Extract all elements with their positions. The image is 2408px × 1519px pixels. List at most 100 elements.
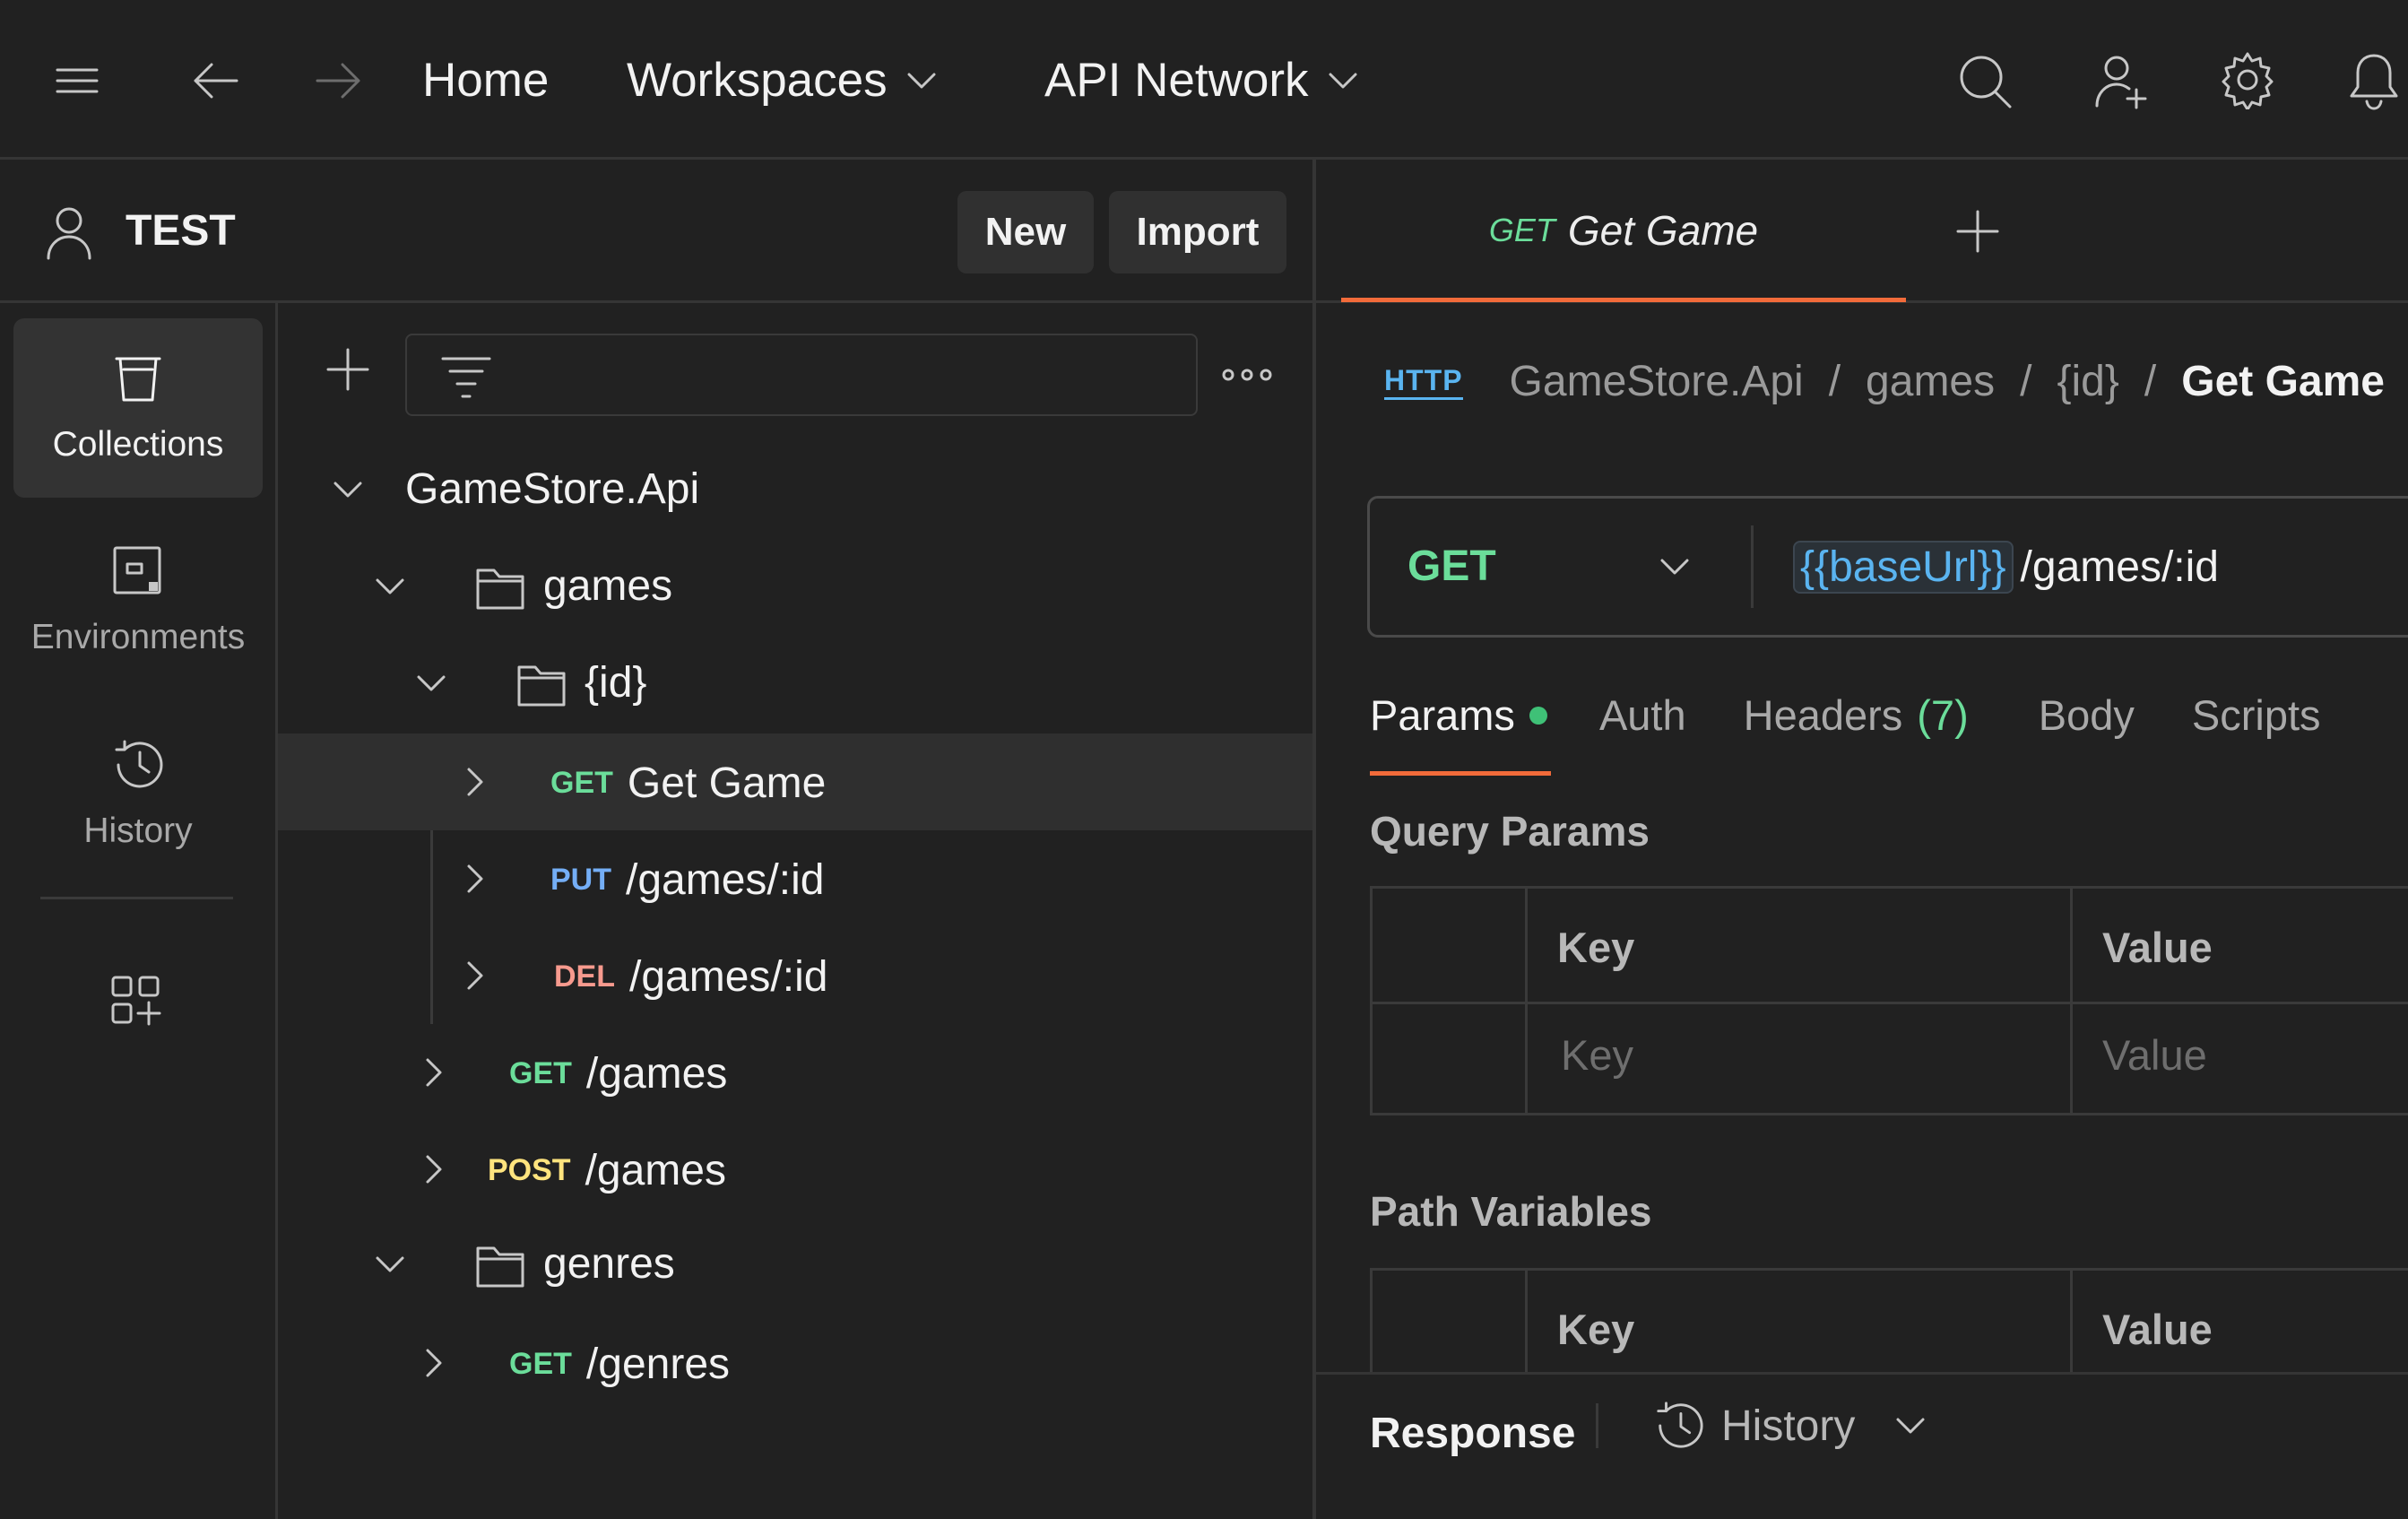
filter-icon — [441, 353, 491, 400]
request-name: /games — [585, 1147, 726, 1194]
chevron-down-icon — [374, 576, 406, 599]
method-badge: GET — [509, 1347, 572, 1381]
pane-splitter[interactable] — [1312, 160, 1316, 1519]
rail-history[interactable]: History — [13, 705, 263, 884]
tree-collection[interactable]: GameStore.Api — [278, 443, 1312, 540]
tab-params[interactable]: Params — [1370, 690, 1515, 740]
rail-environments-label: Environments — [30, 618, 246, 656]
tree-request-del[interactable]: DEL /games/:id — [278, 927, 1312, 1024]
chevron-right-icon — [464, 766, 488, 798]
chevron-down-icon — [1894, 1415, 1927, 1437]
request-name: /games/:id — [626, 856, 825, 904]
collection-tree: GameStore.Api games {id} GET Get Game PU… — [278, 303, 1312, 1519]
query-params-title: Query Params — [1370, 808, 1650, 855]
method-select-value: GET — [1408, 542, 1496, 590]
active-tab-indicator — [1341, 298, 1906, 302]
folder-icon — [475, 565, 525, 612]
settings-gear-icon[interactable] — [2218, 50, 2277, 109]
top-bar: Home Workspaces API Network — [0, 0, 2408, 160]
history-icon — [1651, 1400, 1707, 1452]
nav-home-label: Home — [422, 54, 550, 107]
filter-input[interactable] — [405, 334, 1198, 416]
rail-collections[interactable]: Collections — [13, 318, 263, 498]
tree-request-get-games[interactable]: GET /games — [278, 1024, 1312, 1121]
breadcrumb-collection[interactable]: GameStore.Api — [1510, 357, 1804, 406]
tab-method: GET — [1488, 211, 1555, 248]
tab-scripts[interactable]: Scripts — [2192, 690, 2321, 740]
tree-folder-genres[interactable]: genres — [278, 1218, 1312, 1315]
more-options-icon[interactable] — [1221, 368, 1273, 382]
chevron-right-icon — [464, 863, 488, 895]
rail-environments[interactable]: Environments — [13, 511, 263, 690]
collections-icon — [111, 352, 165, 405]
key-input[interactable]: Key — [1561, 1030, 1633, 1080]
column-header-key: Key — [1557, 1306, 1635, 1353]
response-bar: Response History — [1316, 1372, 2408, 1519]
url-path: /games/:id — [2020, 542, 2219, 591]
tree-request-get-game[interactable]: GET Get Game — [278, 733, 1312, 830]
nav-api-network[interactable]: API Network — [1044, 49, 1359, 112]
invite-user-icon[interactable] — [2093, 52, 2151, 111]
breadcrumb-current: Get Game — [2181, 358, 2385, 405]
response-label[interactable]: Response — [1370, 1409, 1575, 1458]
tree-folder-id[interactable]: {id} — [278, 637, 1312, 733]
nav-workspaces[interactable]: Workspaces — [627, 49, 938, 112]
tree-request-put[interactable]: PUT /games/:id — [278, 830, 1312, 927]
breadcrumb: HTTP GameStore.Api / games / {id} / Get … — [1384, 357, 2385, 406]
method-badge: GET — [509, 1056, 572, 1090]
folder-name: genres — [543, 1240, 675, 1288]
workspace-header: TEST New Import — [0, 160, 1312, 303]
breadcrumb-sep: / — [2144, 358, 2157, 405]
chevron-right-icon — [423, 1056, 446, 1089]
tab-auth[interactable]: Auth — [1599, 690, 1686, 740]
breadcrumb-subfolder[interactable]: {id} — [2057, 357, 2118, 406]
menu-icon[interactable] — [54, 63, 100, 99]
breadcrumb-sep: / — [1828, 358, 1841, 405]
request-tabs: Params Auth Headers (7) Body Scripts — [1370, 690, 2321, 740]
tab-body[interactable]: Body — [2039, 690, 2135, 740]
folder-name: games — [543, 562, 673, 610]
add-collection-icon[interactable] — [325, 346, 371, 393]
url-input[interactable]: {{baseUrl}} /games/:id — [1793, 499, 2408, 635]
response-history-label: History — [1721, 1402, 1856, 1450]
chevron-down-icon — [1327, 70, 1359, 91]
method-select[interactable]: GET — [1370, 499, 1751, 635]
breadcrumb-folder[interactable]: games — [1866, 357, 1995, 406]
workspace-name: TEST — [126, 207, 236, 255]
column-header-key: Key — [1557, 924, 1635, 971]
folder-icon — [516, 662, 567, 708]
folder-icon — [475, 1243, 525, 1289]
forward-arrow-icon[interactable] — [312, 56, 366, 106]
url-variable[interactable]: {{baseUrl}} — [1793, 540, 2014, 594]
back-arrow-icon[interactable] — [188, 56, 242, 106]
chevron-right-icon — [464, 959, 488, 992]
tree-request-get-genres[interactable]: GET /genres — [278, 1315, 1312, 1411]
search-icon[interactable] — [1956, 52, 2014, 111]
configure-sidebar-icon[interactable] — [109, 974, 163, 1028]
request-name: /genres — [585, 1341, 731, 1388]
history-icon — [109, 738, 167, 792]
table-col-divider — [1525, 889, 1528, 1113]
path-variables-title: Path Variables — [1370, 1188, 1652, 1235]
table-col-divider — [2070, 889, 2073, 1113]
nav-home[interactable]: Home — [422, 49, 549, 112]
tab-get-game[interactable]: GET Get Game — [1341, 160, 1906, 300]
notification-bell-icon[interactable] — [2347, 50, 2401, 111]
response-history-dropdown[interactable]: History — [1651, 1400, 1927, 1452]
method-badge: DEL — [554, 959, 615, 994]
request-name: Get Game — [627, 760, 827, 807]
tab-headers[interactable]: Headers — [1744, 690, 1903, 740]
request-name: /games/:id — [629, 953, 828, 1001]
table-row-divider — [1373, 1002, 2408, 1004]
tree-folder-games[interactable]: games — [278, 540, 1312, 637]
import-button[interactable]: Import — [1109, 191, 1286, 273]
request-label: GET /games — [509, 1049, 727, 1098]
new-tab-plus-icon[interactable] — [1954, 208, 2001, 255]
rail-divider — [40, 897, 233, 899]
chevron-right-icon — [423, 1153, 446, 1185]
new-button[interactable]: New — [957, 191, 1094, 273]
tree-request-post-games[interactable]: POST /games — [278, 1121, 1312, 1218]
nav-workspaces-label: Workspaces — [627, 54, 888, 107]
value-input[interactable]: Value — [2102, 1030, 2207, 1080]
headers-count: (7) — [1917, 691, 1969, 739]
